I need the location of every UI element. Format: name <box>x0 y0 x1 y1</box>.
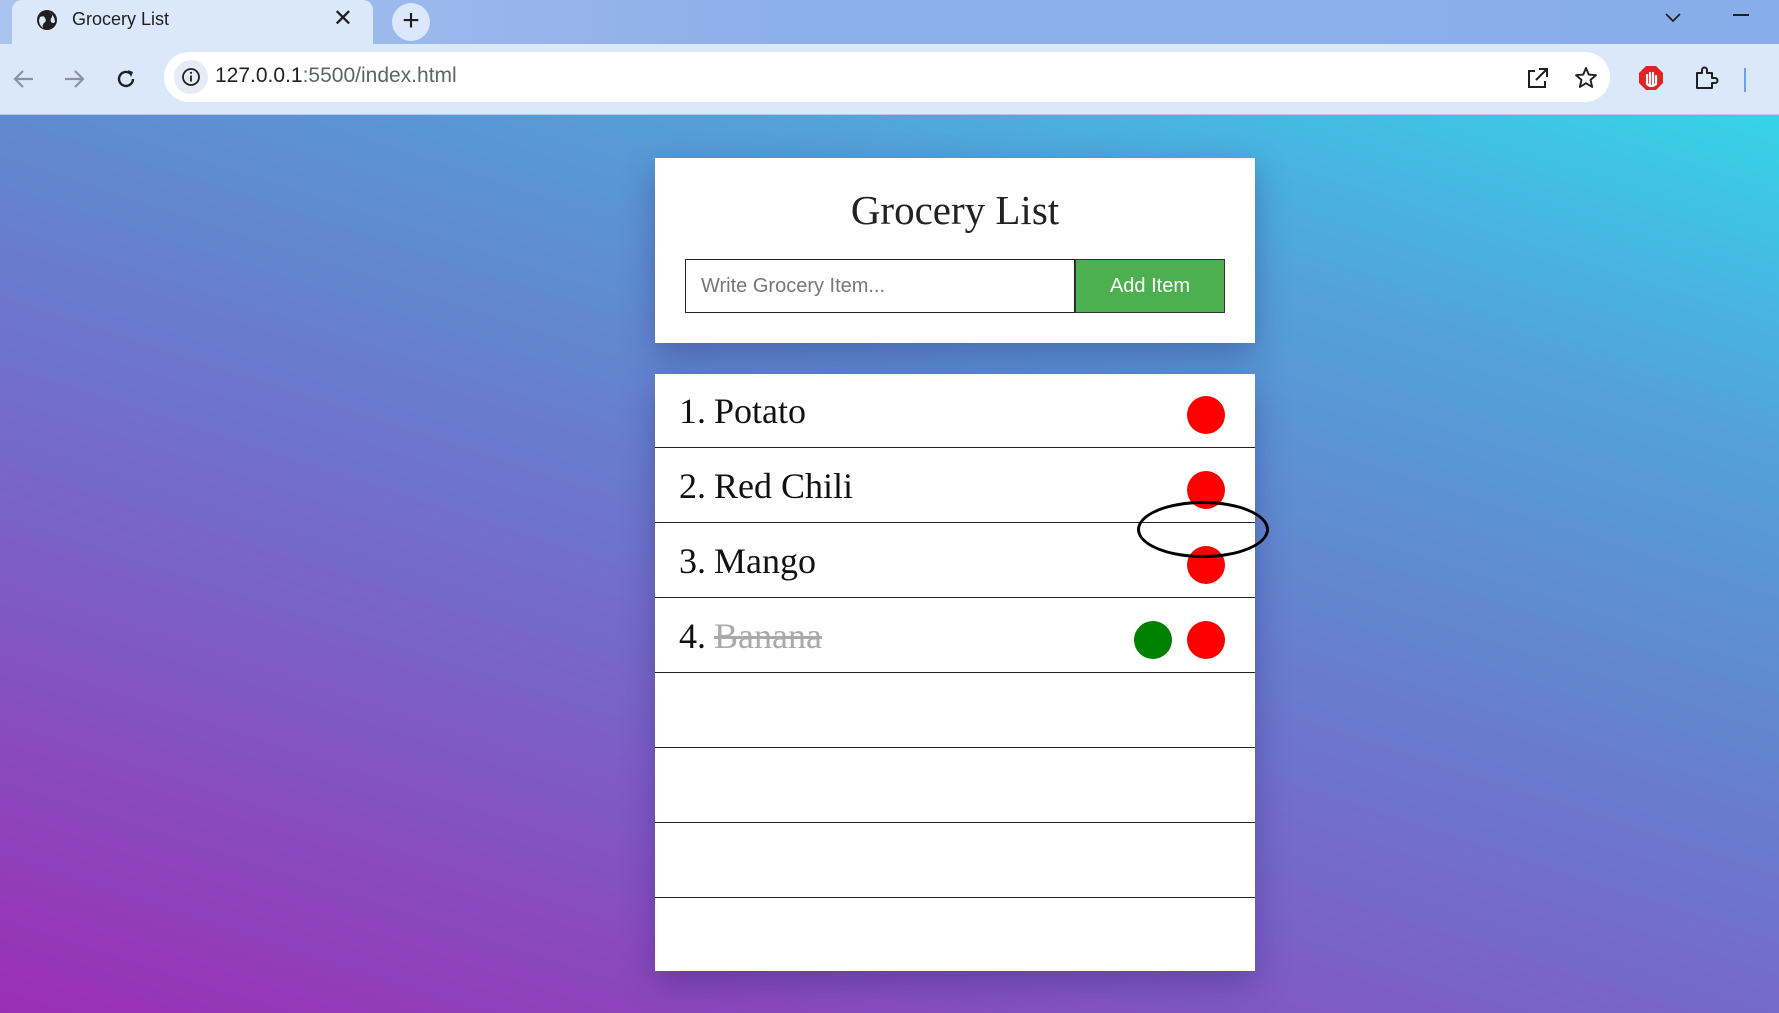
add-item-button[interactable]: Add Item <box>1075 259 1225 313</box>
list-item: 3. Mango <box>655 524 1255 598</box>
grocery-list: 1. Potato 2. Red Chili 3. Mango 4. Banan… <box>655 374 1255 971</box>
delete-item-button[interactable] <box>1187 471 1225 509</box>
page-title: Grocery List <box>850 187 1060 233</box>
reload-icon[interactable] <box>113 66 139 92</box>
item-number: 4. <box>679 616 706 656</box>
item-number: 2. <box>679 466 706 506</box>
adblock-extension-icon[interactable] <box>1637 64 1665 92</box>
address-bar[interactable]: 127.0.0.1:5500/index.html <box>164 52 1610 102</box>
completed-indicator[interactable] <box>1134 621 1172 659</box>
back-arrow-icon[interactable] <box>11 66 37 92</box>
list-item: 4. Banana <box>655 599 1255 673</box>
grocery-item-input[interactable] <box>685 259 1075 313</box>
close-tab-icon[interactable]: ✕ <box>333 6 353 32</box>
item-text[interactable]: Mango <box>714 540 816 582</box>
empty-row <box>655 824 1255 898</box>
item-text-completed[interactable]: Banana <box>714 615 822 657</box>
extensions-puzzle-icon[interactable] <box>1692 64 1720 92</box>
item-text[interactable]: Potato <box>714 390 806 432</box>
site-info-icon[interactable] <box>174 60 208 94</box>
browser-tab-strip: Grocery List ✕ + <box>0 0 1779 44</box>
forward-arrow-icon[interactable] <box>61 66 87 92</box>
chevron-down-icon[interactable] <box>1662 6 1684 28</box>
empty-row <box>655 899 1255 973</box>
bookmark-star-icon[interactable] <box>1573 65 1599 91</box>
browser-tab[interactable]: Grocery List ✕ <box>12 0 373 44</box>
new-tab-button[interactable]: + <box>392 3 430 41</box>
delete-item-button[interactable] <box>1187 396 1225 434</box>
minimize-window-icon[interactable] <box>1733 14 1749 16</box>
item-text[interactable]: Red Chili <box>714 465 853 507</box>
grocery-header-card: Grocery List Add Item <box>655 158 1255 343</box>
empty-row <box>655 749 1255 823</box>
item-number: 1. <box>679 391 706 431</box>
page-background: Grocery List Add Item 1. Potato 2. Red C… <box>0 115 1779 1013</box>
share-icon[interactable] <box>1525 65 1551 91</box>
browser-toolbar: 127.0.0.1:5500/index.html <box>0 44 1779 115</box>
delete-item-button[interactable] <box>1187 621 1225 659</box>
item-number: 3. <box>679 541 706 581</box>
delete-item-button[interactable] <box>1187 546 1225 584</box>
url-path: :5500/index.html <box>302 64 457 87</box>
globe-icon <box>37 10 57 30</box>
list-item: 1. Potato <box>655 374 1255 448</box>
tab-title: Grocery List <box>72 9 170 29</box>
empty-row <box>655 674 1255 748</box>
url-host: 127.0.0.1 <box>215 64 303 87</box>
toolbar-divider <box>1744 68 1746 92</box>
list-item: 2. Red Chili <box>655 449 1255 523</box>
url-text[interactable]: 127.0.0.1:5500/index.html <box>215 64 457 88</box>
